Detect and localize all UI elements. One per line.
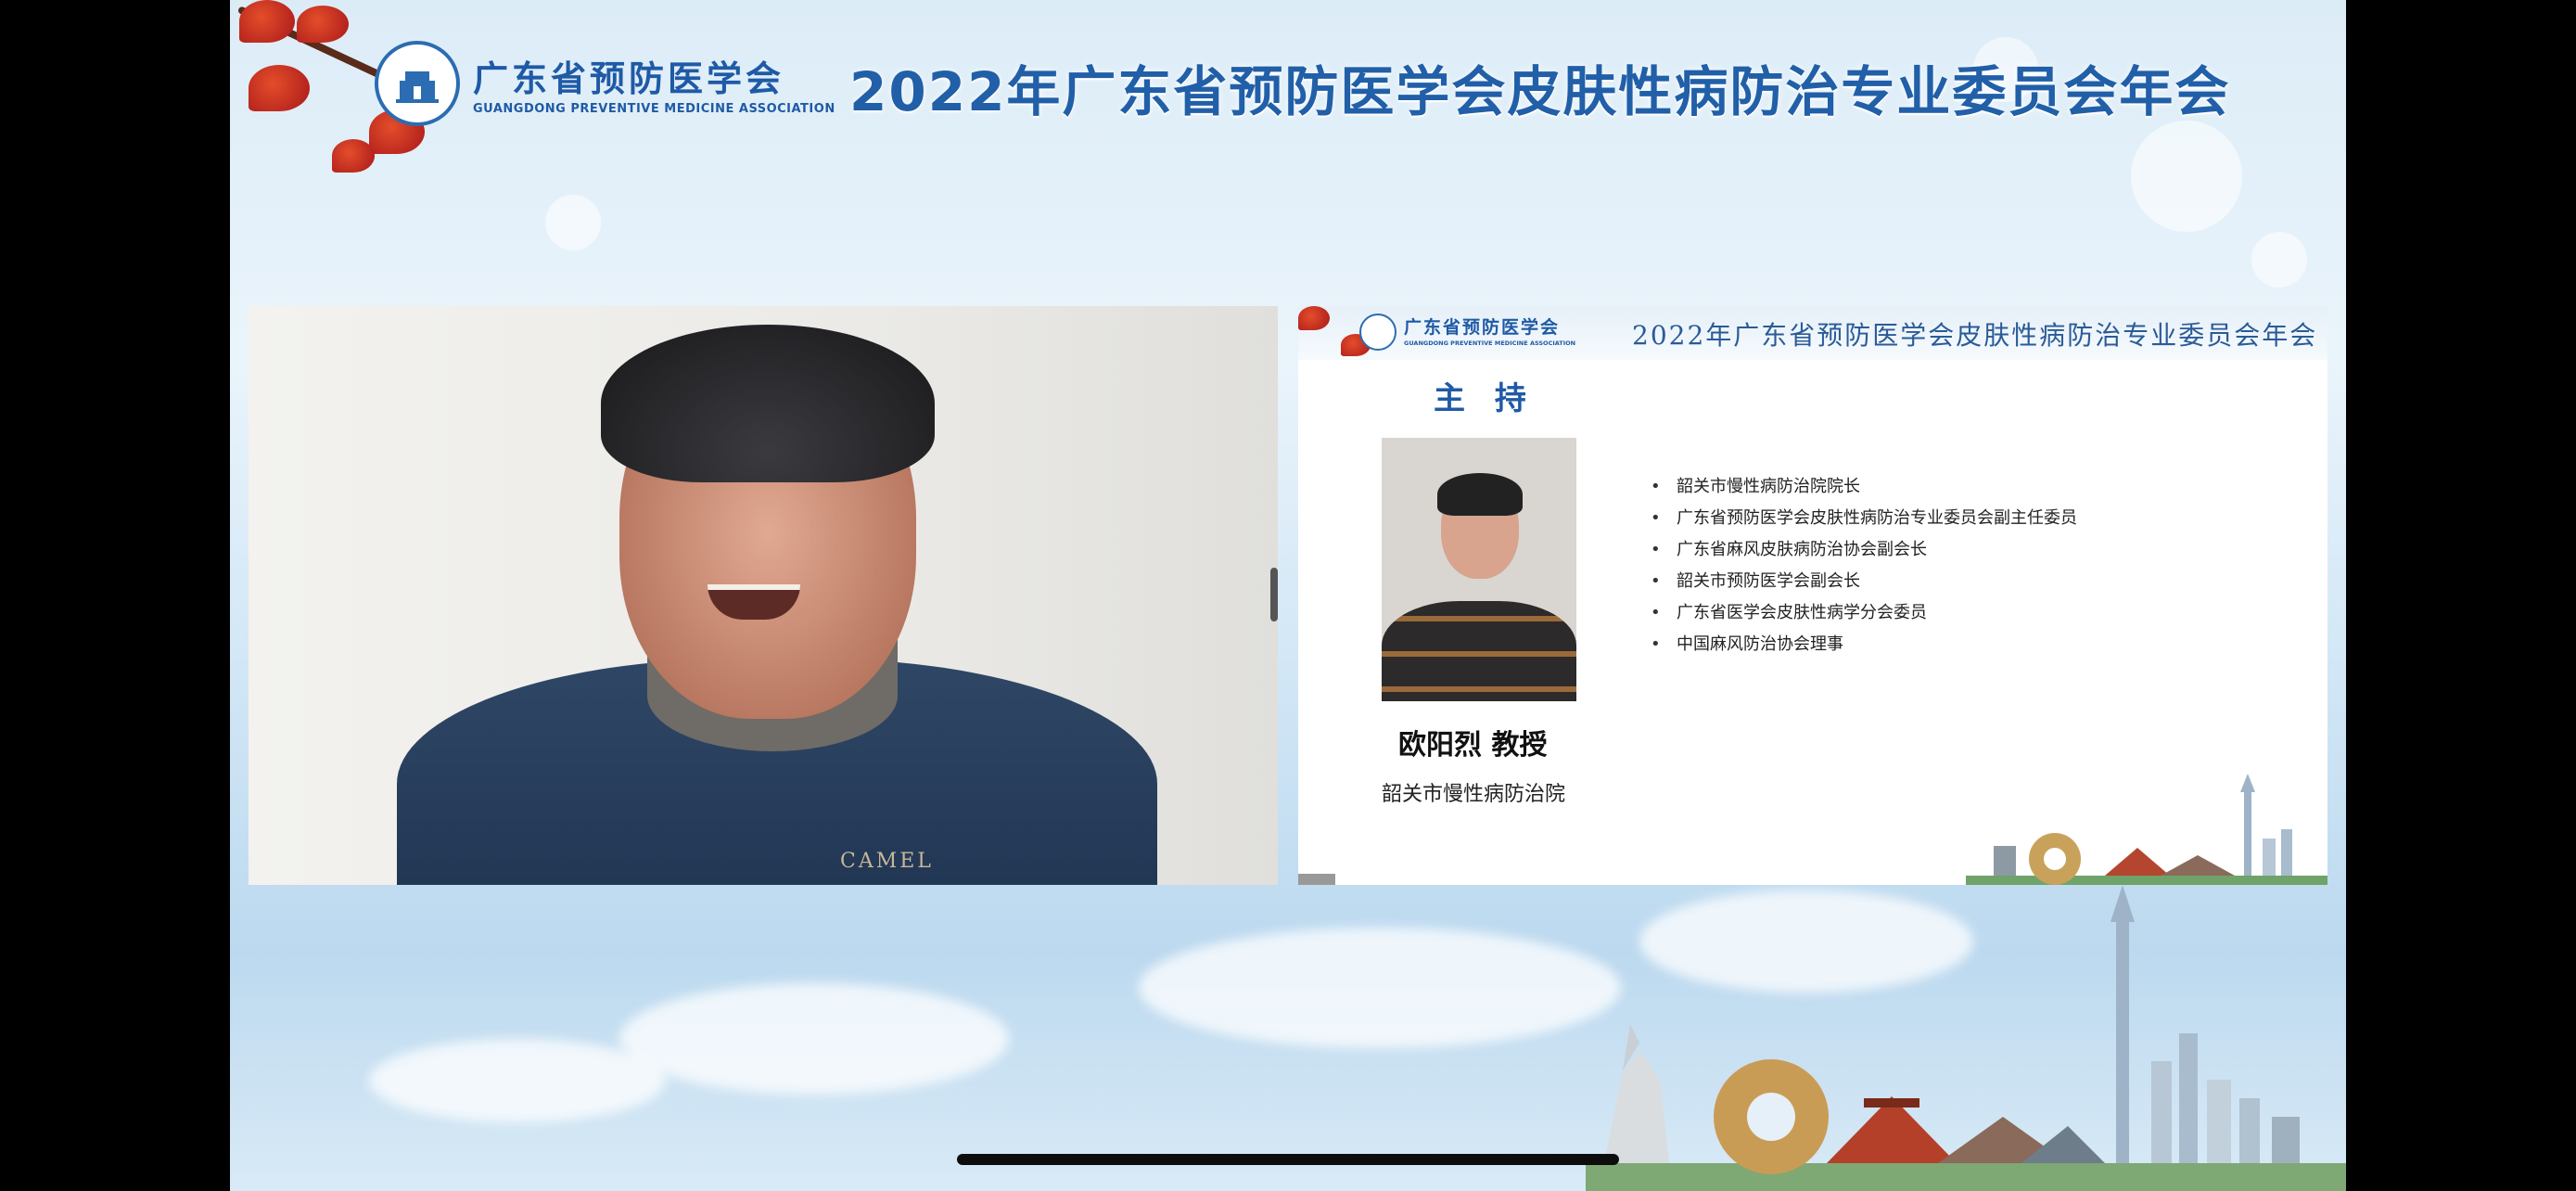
- kapok-flower-icon: [1298, 306, 1330, 330]
- cloud-decoration: [1139, 928, 1621, 1048]
- slide-logo-en: GUANGDONG PREVENTIVE MEDICINE ASSOCIATIO…: [1404, 339, 1576, 347]
- list-item: 广东省麻风皮肤病防治协会副会长: [1651, 534, 2077, 566]
- bokeh-decoration: [545, 195, 601, 250]
- cloud-decoration: [369, 1039, 666, 1122]
- list-item: 中国麻风防治协会理事: [1651, 629, 2077, 660]
- bokeh-decoration: [2251, 232, 2307, 288]
- home-indicator[interactable]: [957, 1154, 1619, 1165]
- host-titles-list: 韶关市慢性病防治院院长 广东省预防医学会皮肤性病防治专业委员会副主任委员 广东省…: [1651, 471, 2077, 660]
- host-photo-hair: [1437, 473, 1523, 516]
- kapok-flower-icon: [332, 139, 375, 173]
- association-name-cn: 广东省预防医学会: [473, 58, 785, 99]
- guangzhou-landmarks-icon: [1586, 885, 2346, 1191]
- slide-role-heading: 主 持: [1434, 380, 1536, 417]
- list-item: 广东省医学会皮肤性病学分会委员: [1651, 597, 2077, 629]
- slide-logo-cn: 广东省预防医学会: [1404, 317, 1561, 338]
- slide-title: 2022年广东省预防医学会皮肤性病防治专业委员会年会: [1632, 320, 2318, 351]
- slide-logo-icon: [1359, 314, 1396, 351]
- host-name: 欧阳烈 教授: [1398, 729, 1548, 762]
- host-photo: [1382, 438, 1576, 701]
- slide-indicator-tag: [1298, 874, 1335, 885]
- monument-logo-icon: [396, 71, 439, 103]
- list-item: 广东省预防医学会皮肤性病防治专业委员会副主任委员: [1651, 503, 2077, 534]
- bokeh-decoration: [2131, 121, 2242, 232]
- guangzhou-skyline-icon: [1966, 774, 2327, 885]
- cloud-decoration: [619, 983, 1009, 1095]
- meeting-stage: 广东省预防医学会 GUANGDONG PREVENTIVE MEDICINE A…: [230, 0, 2346, 1191]
- slide-header: 广东省预防医学会 GUANGDONG PREVENTIVE MEDICINE A…: [1298, 306, 2327, 360]
- meeting-title: 2022年广东省预防医学会皮肤性病防治专业委员会年会: [849, 60, 2231, 123]
- host-photo-body: [1382, 601, 1576, 701]
- association-name-en: GUANGDONG PREVENTIVE MEDICINE ASSOCIATIO…: [473, 102, 835, 116]
- list-item: 韶关市预防医学会副会长: [1651, 566, 2077, 597]
- presentation-slide[interactable]: 广东省预防医学会 GUANGDONG PREVENTIVE MEDICINE A…: [1298, 306, 2327, 885]
- speaker-video-feed[interactable]: CAMEL: [249, 306, 1278, 885]
- association-logo-icon: [375, 41, 460, 126]
- shirt-brand-label: CAMEL: [840, 850, 934, 873]
- host-organization: 韶关市慢性病防治院: [1382, 783, 1566, 806]
- split-view-drag-handle[interactable]: [1270, 568, 1278, 621]
- kapok-flower-icon: [239, 0, 295, 43]
- kapok-flower-icon: [297, 6, 349, 43]
- speaker-hair: [601, 325, 935, 482]
- kapok-flower-icon: [249, 65, 310, 111]
- list-item: 韶关市慢性病防治院院长: [1651, 471, 2077, 503]
